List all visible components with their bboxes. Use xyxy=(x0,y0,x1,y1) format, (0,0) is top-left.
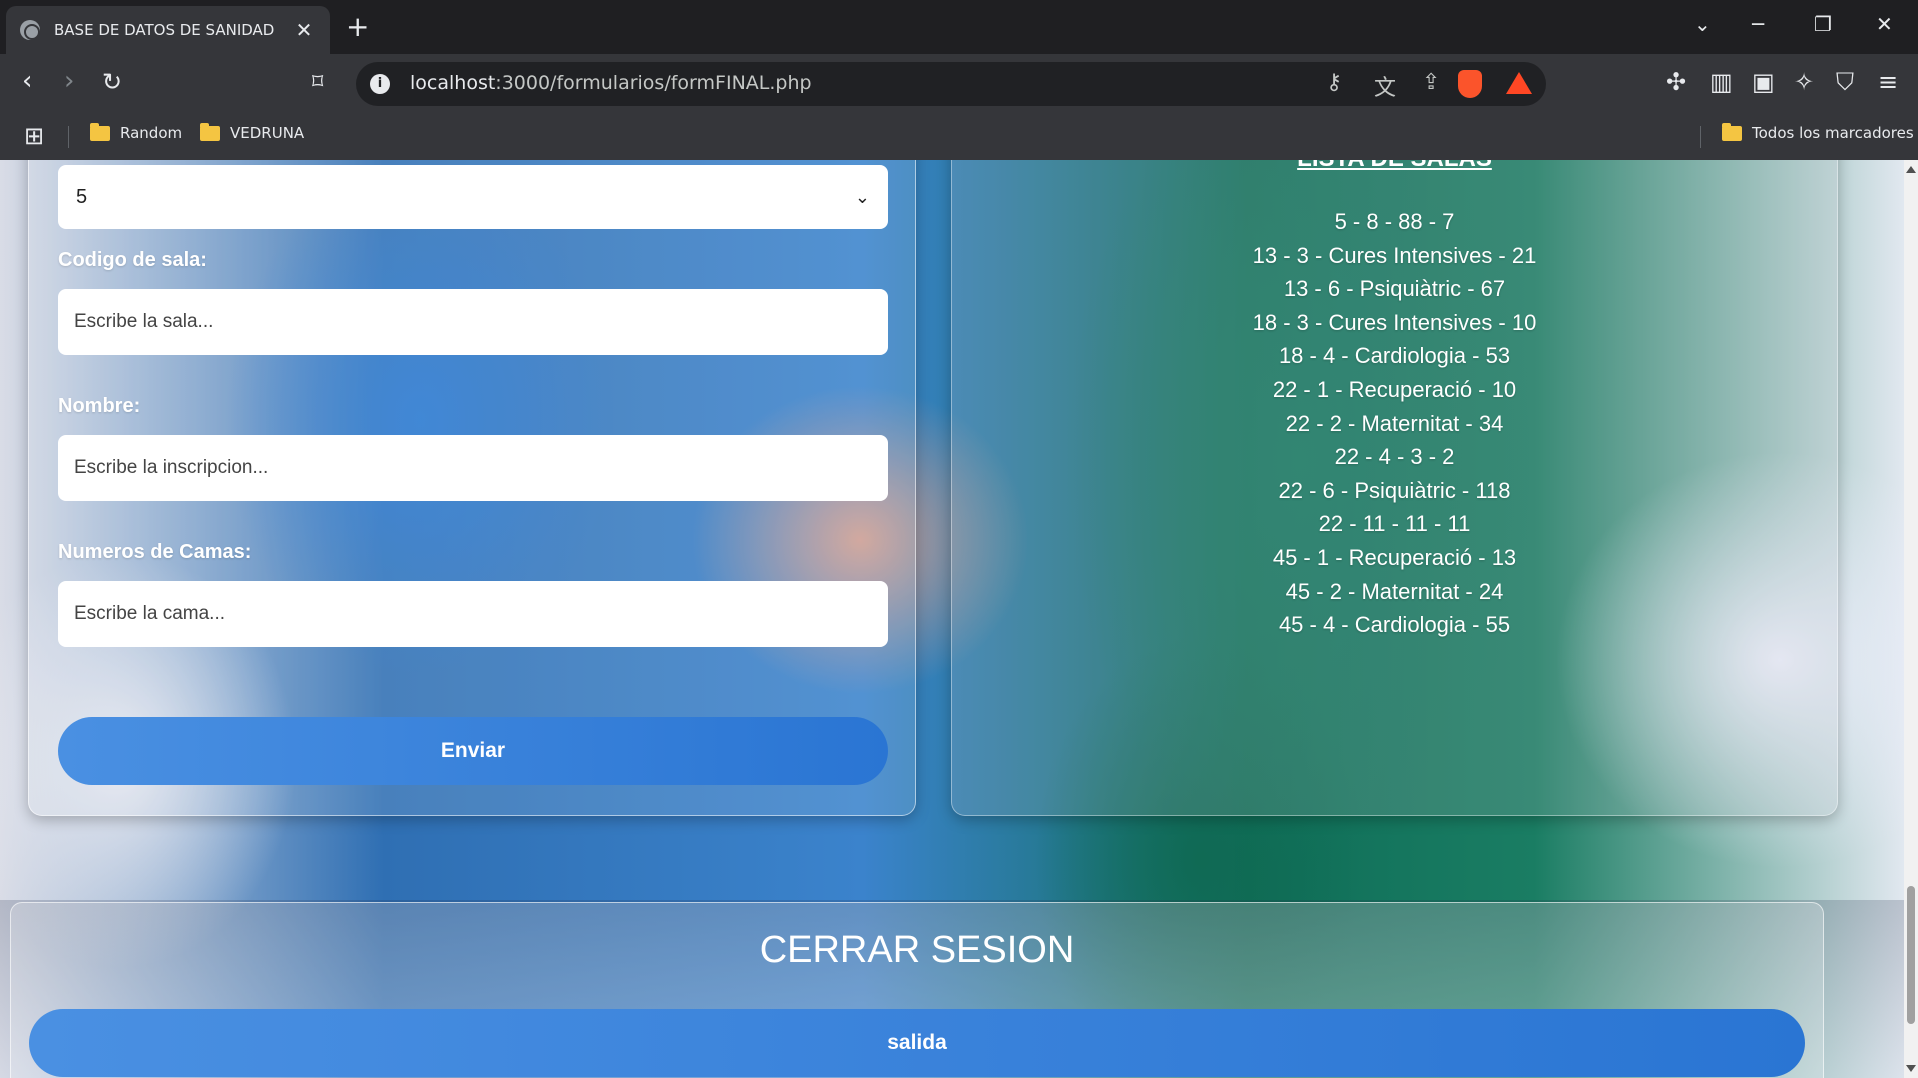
list-item: 22 - 2 - Maternitat - 34 xyxy=(1285,410,1504,436)
extensions-icon[interactable]: ✣ xyxy=(1666,68,1686,96)
scroll-up-arrow-icon[interactable] xyxy=(1906,166,1916,173)
sala-form: 5 ⌄ Codigo de sala: Nombre: Numeros de C… xyxy=(28,160,916,816)
nombre-input[interactable] xyxy=(58,435,888,501)
forward-icon[interactable]: › xyxy=(64,66,74,96)
list-item: 18 - 3 - Cures Intensives - 10 xyxy=(1252,309,1537,335)
logout-title: CERRAR SESION xyxy=(759,929,1075,971)
list-item: 13 - 3 - Cures Intensives - 21 xyxy=(1252,242,1537,268)
globe-icon xyxy=(20,20,40,40)
sala-label: Codigo de sala: xyxy=(58,249,207,271)
page-scrollbar[interactable] xyxy=(1904,160,1918,1078)
list-item: 18 - 4 - Cardiologia - 53 xyxy=(1278,343,1511,369)
bookmarks-divider xyxy=(68,126,69,148)
reload-icon[interactable]: ↻ xyxy=(102,68,122,96)
bookmark-random[interactable]: Random xyxy=(90,122,182,142)
list-item: 22 - 4 - 3 - 2 xyxy=(1334,444,1455,470)
bookmarks-bar: ⊞ Random VEDRUNA Todos los marcadores xyxy=(0,114,1918,160)
wallet-icon[interactable]: ▣ xyxy=(1752,68,1775,96)
planta-select[interactable]: 5 ⌄ xyxy=(58,165,888,229)
leo-ai-icon[interactable]: ✧ xyxy=(1794,68,1814,96)
restore-icon[interactable]: ❐ xyxy=(1814,12,1832,36)
close-window-icon[interactable]: ✕ xyxy=(1876,12,1893,36)
all-bookmarks[interactable]: Todos los marcadores xyxy=(1722,122,1914,142)
salas-list-panel: LISTA DE SALAS 5 - 8 - 88 - 7 13 - 3 - C… xyxy=(951,160,1838,816)
list-item: 5 - 8 - 88 - 7 xyxy=(1334,209,1455,234)
browser-tab[interactable]: BASE DE DATOS DE SANIDAD ✕ xyxy=(6,6,330,54)
camas-input[interactable] xyxy=(58,581,888,647)
tab-bar: BASE DE DATOS DE SANIDAD ✕ + ⌄ ─ ❐ ✕ xyxy=(0,0,1918,54)
salida-button[interactable]: salida xyxy=(29,1009,1805,1077)
tab-search-icon[interactable]: ⌄ xyxy=(1694,12,1711,36)
folder-icon xyxy=(1722,122,1742,141)
scroll-down-arrow-icon[interactable] xyxy=(1906,1065,1916,1072)
list-item: 45 - 1 - Recuperació - 13 xyxy=(1272,544,1517,570)
logout-panel: CERRAR SESION salida xyxy=(10,902,1824,1078)
list-title: LISTA DE SALAS xyxy=(952,160,1837,173)
bookmarks-divider xyxy=(1700,126,1701,148)
list-item: 13 - 6 - Psiquiàtric - 67 xyxy=(1283,276,1506,302)
page-viewport: 5 ⌄ Codigo de sala: Nombre: Numeros de C… xyxy=(0,160,1918,1078)
enviar-button[interactable]: Enviar xyxy=(58,717,888,785)
sidebar-icon[interactable]: ▥ xyxy=(1710,68,1733,96)
brave-rewards-icon[interactable] xyxy=(1506,72,1532,94)
list-item: 22 - 11 - 11 - 11 xyxy=(1318,511,1471,537)
camas-label: Numeros de Camas: xyxy=(58,541,252,563)
new-tab-button[interactable]: + xyxy=(346,10,369,43)
bookmark-vedruna[interactable]: VEDRUNA xyxy=(200,122,304,142)
salas-list: 5 - 8 - 88 - 7 13 - 3 - Cures Intensives… xyxy=(952,205,1837,642)
site-info-icon[interactable]: i xyxy=(370,74,390,94)
chevron-down-icon: ⌄ xyxy=(854,186,870,207)
translate-icon[interactable]: 文 xyxy=(1374,70,1396,102)
list-item: 45 - 2 - Maternitat - 24 xyxy=(1285,578,1504,604)
list-item: 22 - 6 - Psiquiàtric - 118 xyxy=(1278,477,1511,503)
address-bar[interactable]: i localhost:3000/formularios/formFINAL.p… xyxy=(356,62,1546,106)
bookmark-icon[interactable]: ⌑ xyxy=(312,70,323,95)
minimize-icon[interactable]: ─ xyxy=(1752,12,1764,36)
sala-input[interactable] xyxy=(58,289,888,355)
vpn-icon[interactable]: ⛉ xyxy=(1836,68,1854,96)
folder-icon xyxy=(90,122,110,141)
browser-toolbar: ‹ › ↻ ⌑ i localhost:3000/formularios/for… xyxy=(0,54,1918,114)
brave-shield-icon[interactable] xyxy=(1458,70,1482,98)
list-item: 22 - 1 - Recuperació - 10 xyxy=(1272,376,1517,402)
apps-grid-icon[interactable]: ⊞ xyxy=(24,122,44,150)
close-tab-icon[interactable]: ✕ xyxy=(292,18,316,42)
scrollbar-thumb[interactable] xyxy=(1907,886,1915,1024)
url-text: localhost:3000/formularios/formFINAL.php xyxy=(410,72,812,94)
nombre-label: Nombre: xyxy=(58,395,141,417)
share-icon[interactable]: ⇪ xyxy=(1422,70,1440,95)
list-item: 45 - 4 - Cardiologia - 55 xyxy=(1278,612,1511,638)
tab-title: BASE DE DATOS DE SANIDAD xyxy=(54,21,275,39)
menu-icon[interactable]: ≡ xyxy=(1878,68,1898,96)
back-icon[interactable]: ‹ xyxy=(22,66,32,96)
key-icon[interactable]: ⚷ xyxy=(1326,70,1342,95)
folder-icon xyxy=(200,122,220,141)
